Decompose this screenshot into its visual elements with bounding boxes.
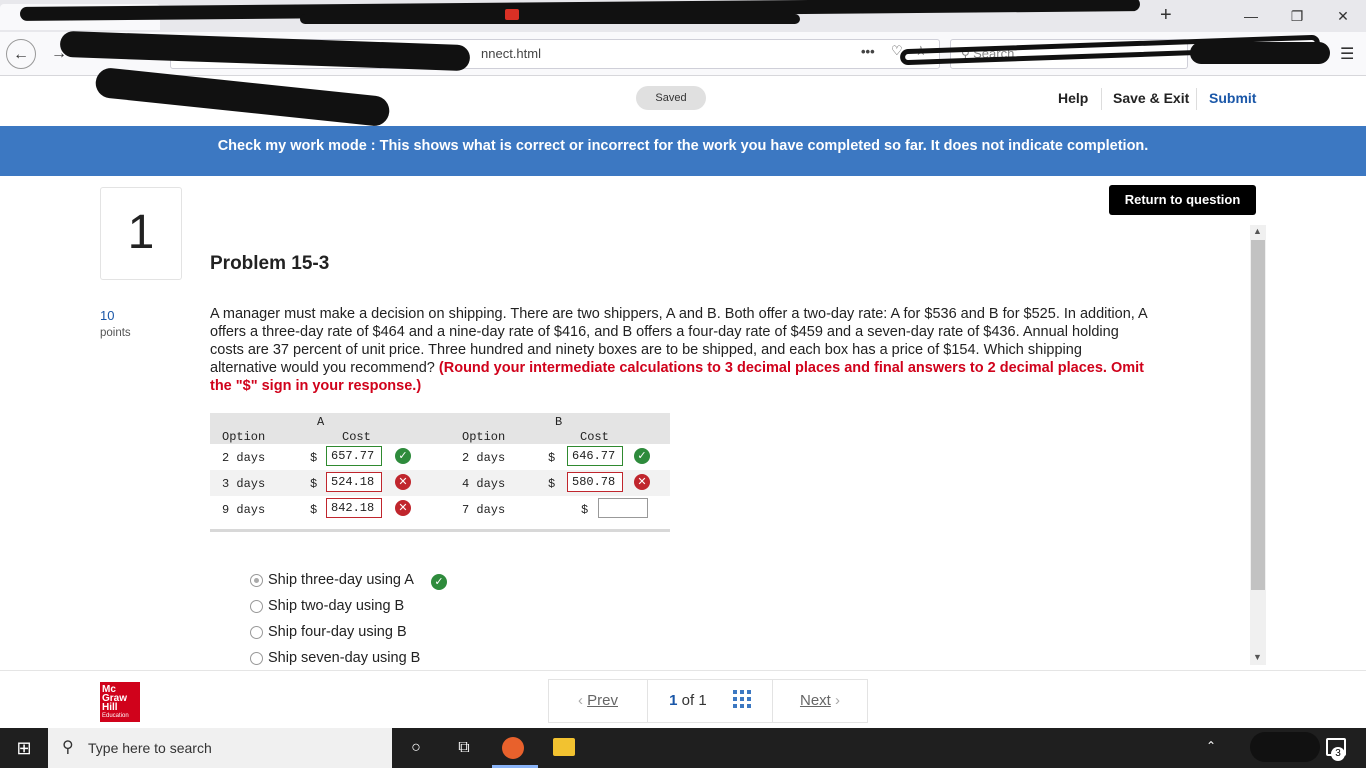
redaction-scribble — [94, 66, 391, 128]
table-row-b-option: 7 days — [462, 503, 506, 517]
col-cost-b: Cost — [580, 430, 609, 444]
radio[interactable] — [250, 652, 263, 665]
tray-chevron-up-icon[interactable]: ⌃ — [1206, 739, 1216, 753]
correct-check-icon: ✓ — [395, 448, 411, 464]
mcgraw-hill-logo: Mc Graw Hill Education — [100, 682, 140, 722]
close-window-icon[interactable]: ✕ — [1328, 6, 1358, 26]
radio-selected[interactable] — [250, 574, 263, 587]
next-button[interactable]: Next › — [772, 679, 868, 723]
browser-tab-bar: + — ❐ ✕ — [0, 0, 1366, 32]
task-view-icon[interactable]: ⧉ — [452, 736, 476, 760]
saved-status-badge: Saved — [636, 86, 706, 110]
points-value: 10 — [100, 308, 115, 323]
footer: Mc Graw Hill Education ‹ Prev 1 of 1 Nex… — [0, 670, 1366, 728]
search-icon: ⚲ — [62, 739, 74, 756]
problem-title: Problem 15-3 — [210, 253, 330, 274]
browser-toolbar: ← → ↻ ⌂ nnect.html ••• ♡ ☆ ⚲ Search ☰ — [0, 30, 1366, 76]
grid-view-icon[interactable] — [732, 690, 751, 708]
prev-button[interactable]: ‹ Prev — [548, 679, 648, 723]
firefox-icon[interactable] — [502, 737, 524, 759]
radio[interactable] — [250, 626, 263, 639]
chevron-right-icon: › — [830, 692, 840, 709]
back-arrow-icon[interactable]: ← — [6, 39, 36, 69]
save-exit-button[interactable]: Save & Exit — [1113, 90, 1189, 106]
new-tab-plus-icon[interactable]: + — [1160, 4, 1172, 27]
taskbar-search-input[interactable]: ⚲ Type here to search — [48, 728, 392, 768]
table-row-a-option: 3 days — [222, 477, 266, 491]
correct-check-icon: ✓ — [431, 574, 447, 590]
cost-input-a-2day[interactable]: 657.77 — [326, 446, 382, 466]
cost-input-b-2day[interactable]: 646.77 — [567, 446, 623, 466]
chevron-left-icon: ‹ — [577, 692, 588, 709]
group-b-header: B — [555, 415, 563, 429]
redaction-scribble — [300, 14, 800, 24]
windows-start-icon[interactable]: ⊞ — [12, 736, 36, 760]
incorrect-x-icon: ✕ — [395, 474, 411, 490]
return-to-question-button[interactable]: Return to question — [1109, 185, 1256, 215]
table-row-a-option: 2 days — [222, 451, 266, 465]
check-my-work-banner: Check my work mode : This shows what is … — [0, 126, 1366, 176]
problem-text: A manager must make a decision on shippi… — [210, 305, 1150, 395]
cost-input-a-9day[interactable]: 842.18 — [326, 498, 382, 518]
page-indicator[interactable]: 1 of 1 — [647, 679, 773, 723]
points-label: points — [100, 327, 131, 339]
col-option-a: Option — [222, 430, 266, 444]
submit-button[interactable]: Submit — [1209, 90, 1256, 106]
radio[interactable] — [250, 600, 263, 613]
scroll-up-icon[interactable]: ▲ — [1253, 226, 1262, 236]
cost-input-b-7day[interactable] — [598, 498, 648, 518]
currency-sign: $ — [310, 503, 318, 517]
currency-sign: $ — [310, 451, 318, 465]
cost-input-b-4day[interactable]: 580.78 — [567, 472, 623, 492]
page-actions-icon[interactable]: ••• — [861, 44, 875, 59]
url-text: nnect.html — [481, 46, 541, 61]
help-button[interactable]: Help — [1058, 90, 1088, 106]
browser-menu-icon[interactable]: ☰ — [1340, 44, 1354, 64]
file-explorer-icon[interactable] — [553, 738, 575, 756]
currency-sign: $ — [548, 451, 556, 465]
cost-input-a-3day[interactable]: 524.18 — [326, 472, 382, 492]
redaction-scribble — [1190, 42, 1330, 64]
question-number: 1 — [100, 187, 182, 280]
divider — [1196, 88, 1197, 110]
notification-count-badge: 3 — [1331, 747, 1345, 761]
table-row-b-option: 4 days — [462, 477, 506, 491]
currency-sign: $ — [548, 477, 556, 491]
gmail-tab-icon[interactable] — [505, 9, 519, 20]
divider — [1101, 88, 1102, 110]
redaction-scribble — [1250, 732, 1320, 762]
correct-check-icon: ✓ — [634, 448, 650, 464]
currency-sign: $ — [310, 477, 318, 491]
windows-taskbar: ⊞ ⚲ Type here to search ○ ⧉ ⌃ 3 — [0, 728, 1366, 768]
col-cost-a: Cost — [342, 430, 371, 444]
incorrect-x-icon: ✕ — [634, 474, 650, 490]
group-a-header: A — [317, 415, 325, 429]
cortana-icon[interactable]: ○ — [404, 736, 428, 760]
incorrect-x-icon: ✕ — [395, 500, 411, 516]
minimize-icon[interactable]: — — [1236, 6, 1266, 26]
table-row-b-option: 2 days — [462, 451, 506, 465]
restore-icon[interactable]: ❐ — [1282, 6, 1312, 26]
table-row-a-option: 9 days — [222, 503, 266, 517]
answer-table: A B Option Cost Option Cost 2 days $ 657… — [210, 413, 670, 533]
table-scrollbar[interactable] — [210, 529, 670, 532]
scrollbar-thumb[interactable] — [1251, 240, 1265, 590]
currency-sign: $ — [581, 503, 589, 517]
scroll-down-icon[interactable]: ▼ — [1253, 652, 1262, 662]
col-option-b: Option — [462, 430, 506, 444]
app-header: Saved Help Save & Exit Submit — [0, 66, 1366, 128]
